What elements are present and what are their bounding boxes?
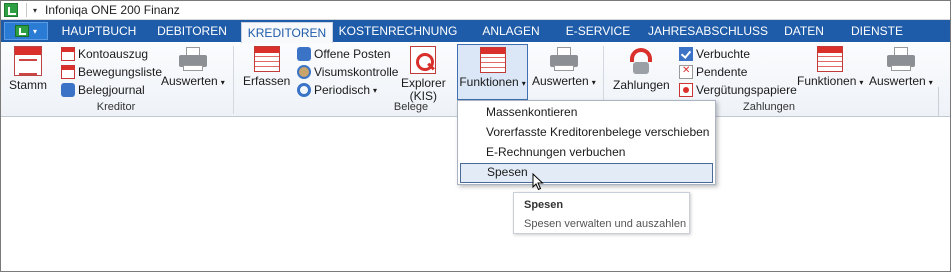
zahlungen-funktionen-label: Funktionen (797, 74, 857, 88)
chevron-down-icon: ▾ (928, 78, 933, 87)
chevron-down-icon: ▾ (373, 85, 378, 95)
master-data-icon (14, 46, 42, 76)
journal-icon (61, 83, 75, 97)
menu-item-massenkontieren[interactable]: Massenkontieren (460, 103, 713, 123)
tooltip-description: Spesen verwalten und auszahlen (524, 218, 687, 230)
payment-cycle-icon (626, 46, 656, 76)
title-bar: ▾ Infoniqa ONE 200 Finanz (1, 1, 950, 20)
app-window: ▾ Infoniqa ONE 200 Finanz ▾ HAUPTBUCH DE… (0, 0, 951, 272)
group-label-zahlungen: Zahlungen (743, 101, 795, 113)
pending-x-icon (679, 65, 693, 79)
menu-item-vorerfasste-verschieben[interactable]: Vorerfasste Kreditorenbelege verschieben (460, 123, 713, 143)
printer-icon (886, 46, 916, 72)
belege-funktionen-label: Funktionen (459, 75, 519, 89)
zahlungen-label: Zahlungen (613, 78, 670, 92)
verguetungspapiere-button[interactable]: Vergütungspapiere (679, 81, 797, 99)
explorer-kis-button[interactable]: Explorer (KIS) (401, 46, 446, 103)
belege-funktionen-button[interactable]: Funktionen ▾ (457, 44, 528, 100)
tab-anlagen[interactable]: ANLAGEN (473, 20, 549, 42)
tab-debitoren[interactable]: DEBITOREN (151, 20, 233, 42)
visumskontrolle-button[interactable]: Visumskontrolle (297, 63, 398, 81)
menu-item-spesen[interactable]: Spesen (460, 163, 713, 183)
offene-posten-button[interactable]: Offene Posten (297, 45, 391, 63)
group-label-belege: Belege (393, 101, 429, 113)
tab-daten[interactable]: DATEN (779, 20, 829, 42)
tab-kreditoren[interactable]: KREDITOREN (241, 22, 333, 43)
tab-e-service[interactable]: E-SERVICE (561, 20, 635, 42)
erfassen-label: Erfassen (243, 74, 291, 88)
ribbon-scroll-edge (938, 87, 948, 117)
stamm-label: Stamm (9, 78, 48, 92)
verguetungspapiere-label: Vergütungspapiere (696, 83, 797, 97)
explorer-label-line1: Explorer (401, 76, 446, 90)
mouse-pointer-icon (532, 173, 544, 191)
kreditor-auswerten-button[interactable]: Auswerten ▾ (161, 46, 225, 89)
periodisch-button[interactable]: Periodisch ▾ (297, 81, 377, 99)
menu-item-e-rechnungen-verbuchen[interactable]: E-Rechnungen verbuchen (460, 143, 713, 163)
belegjournal-label: Belegjournal (78, 83, 145, 97)
entry-form-icon (253, 46, 280, 72)
approval-user-icon (297, 65, 311, 79)
zahlungen-button[interactable]: Zahlungen (613, 46, 670, 92)
zahlungen-auswerten-button[interactable]: Auswerten ▾ (869, 46, 933, 89)
verbuchte-button[interactable]: Verbuchte (679, 45, 750, 63)
erfassen-button[interactable]: Erfassen (243, 46, 290, 88)
verbuchte-label: Verbuchte (696, 47, 751, 61)
ribbon-tab-strip: ▾ HAUPTBUCH DEBITOREN KREDITOREN KOSTENR… (1, 20, 950, 43)
pendente-label: Pendente (696, 65, 748, 79)
movement-list-icon (61, 65, 75, 79)
bewegungsliste-button[interactable]: Bewegungsliste (61, 63, 162, 81)
chevron-down-icon: ▾ (521, 79, 526, 88)
payment-papers-icon (679, 83, 693, 97)
open-items-icon (297, 47, 311, 61)
pendente-button[interactable]: Pendente (679, 63, 747, 81)
tab-jahresabschluss[interactable]: JAHRESABSCHLUSS (645, 20, 771, 42)
functions-table-icon (817, 46, 844, 72)
zahlungen-funktionen-button[interactable]: Funktionen ▾ (797, 46, 863, 89)
periodisch-label: Periodisch (314, 83, 371, 97)
stamm-button[interactable]: Stamm (9, 46, 47, 92)
window-title: Infoniqa ONE 200 Finanz (45, 3, 180, 17)
posted-check-icon (679, 47, 693, 61)
statement-icon (61, 47, 75, 61)
funktionen-dropdown-menu: Massenkontieren Vorerfasste Kreditorenbe… (457, 100, 716, 185)
recurring-icon (297, 83, 311, 97)
chevron-down-icon: ▾ (591, 78, 596, 87)
kreditor-auswerten-label: Auswerten (161, 74, 218, 88)
zahlungen-auswerten-label: Auswerten (869, 74, 926, 88)
offene-posten-label: Offene Posten (314, 47, 391, 61)
belegjournal-button[interactable]: Belegjournal (61, 81, 145, 99)
explorer-search-icon (410, 46, 437, 74)
tab-dienste[interactable]: DIENSTE (847, 20, 907, 42)
tab-kostenrechnung[interactable]: KOSTENRECHNUNG (337, 20, 459, 42)
chevron-down-icon: ▾ (32, 26, 37, 36)
bewegungsliste-label: Bewegungsliste (78, 65, 163, 79)
kontoauszug-button[interactable]: Kontoauszug (61, 45, 148, 63)
group-label-kreditor: Kreditor (96, 101, 136, 113)
tab-hauptbuch[interactable]: HAUPTBUCH (56, 20, 142, 42)
printer-icon (549, 46, 579, 72)
visumskontrolle-label: Visumskontrolle (314, 65, 399, 79)
application-menu-button[interactable]: ▾ (4, 22, 48, 40)
app-menu-icon (14, 25, 29, 37)
printer-icon (178, 46, 208, 72)
group-divider (233, 46, 234, 114)
belege-auswerten-label: Auswerten (532, 74, 589, 88)
title-separator (26, 3, 27, 17)
functions-table-icon (479, 47, 506, 73)
tooltip-title: Spesen (524, 199, 564, 211)
kontoauszug-label: Kontoauszug (78, 47, 149, 61)
chevron-down-icon: ▾ (859, 78, 864, 87)
belege-auswerten-button[interactable]: Auswerten ▾ (532, 46, 596, 89)
quick-access-dropdown-icon[interactable]: ▾ (33, 6, 37, 15)
chevron-down-icon: ▾ (220, 78, 225, 87)
app-logo-icon (4, 3, 18, 17)
spesen-tooltip: Spesen Spesen verwalten und auszahlen (513, 192, 690, 234)
